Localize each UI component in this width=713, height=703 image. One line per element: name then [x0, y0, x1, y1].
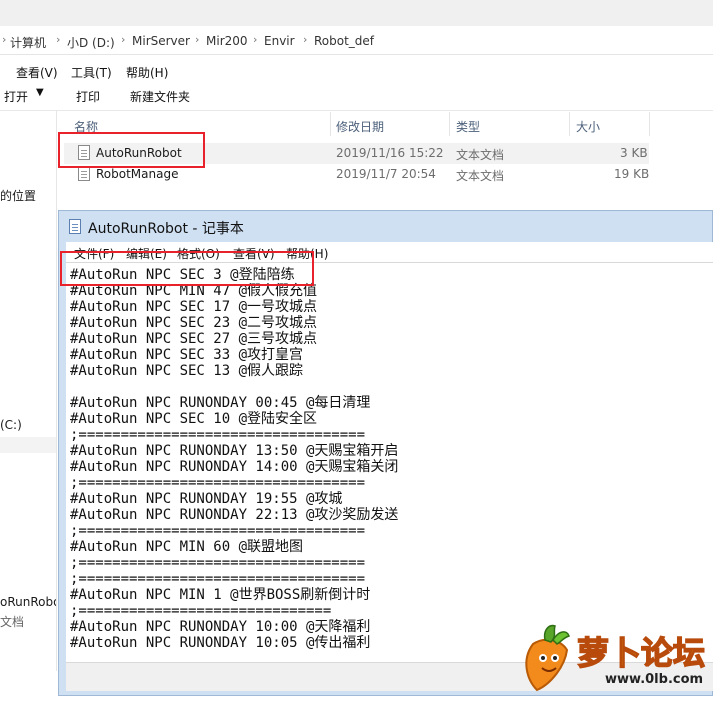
- chevron-right-icon: ›: [121, 33, 126, 46]
- column-divider[interactable]: [449, 112, 450, 136]
- details-file-name: oRunRobot: [0, 595, 56, 609]
- file-size: 19 KB: [614, 167, 650, 181]
- open-button[interactable]: 打开: [4, 88, 28, 105]
- text-line: ;==================================: [70, 475, 366, 491]
- breadcrumb-envir[interactable]: Envir: [264, 34, 295, 48]
- text-line: #AutoRun NPC SEC 10 @登陆安全区: [70, 411, 318, 427]
- text-line: #AutoRun NPC RUNONDAY 22:13 @攻沙奖励发送: [70, 507, 399, 523]
- file-type: 文本文档: [456, 169, 505, 183]
- text-line: #AutoRun NPC SEC 33 @攻打皇宫: [70, 347, 304, 363]
- text-line: #AutoRun NPC RUNONDAY 19:55 @攻城: [70, 491, 343, 507]
- text-line: ;==================================: [70, 523, 366, 539]
- column-divider[interactable]: [330, 112, 331, 136]
- text-line: ;==============================: [70, 603, 332, 619]
- file-date: 2019/11/7 20:54: [336, 167, 436, 181]
- title-bar: [0, 0, 713, 26]
- text-line: #AutoRun NPC MIN 1 @世界BOSS刷新倒计时: [70, 587, 371, 603]
- watermark-url: www.0lb.com: [605, 672, 704, 687]
- print-button[interactable]: 打印: [76, 88, 100, 105]
- file-name: RobotManage: [96, 167, 179, 181]
- nav-item-location[interactable]: 的位置: [0, 187, 36, 204]
- notepad-icon: [69, 219, 81, 234]
- text-line: ;==================================: [70, 555, 366, 571]
- breadcrumb-computer[interactable]: 计算机: [10, 34, 46, 51]
- column-type[interactable]: 类型: [456, 118, 480, 135]
- breadcrumb-robot-def[interactable]: Robot_def: [314, 34, 374, 48]
- notepad-title-bar[interactable]: AutoRunRobot - 记事本: [66, 216, 566, 238]
- text-file-icon: [78, 166, 90, 181]
- file-type: 文本文档: [456, 148, 505, 162]
- breadcrumb-drive[interactable]: 小D (D:): [67, 34, 115, 51]
- column-divider[interactable]: [569, 112, 570, 136]
- chevron-right-icon: ›: [303, 33, 308, 46]
- text-line: #AutoRun NPC RUNONDAY 10:00 @天降福利: [70, 619, 371, 635]
- details-file-type: 文档: [0, 615, 25, 629]
- chevron-right-icon: ›: [195, 33, 200, 46]
- text-line: #AutoRun NPC RUNONDAY 00:45 @每日清理: [70, 395, 371, 411]
- column-size[interactable]: 大小: [576, 118, 600, 135]
- column-date[interactable]: 修改日期: [336, 118, 384, 135]
- navigation-pane: 的位置 (C:) oRunRobot 文档: [0, 111, 57, 671]
- text-line: #AutoRun NPC SEC 27 @三号攻城点: [70, 331, 318, 347]
- nav-item-drive-c[interactable]: (C:): [0, 418, 22, 432]
- chevron-right-icon: ›: [253, 33, 258, 46]
- chevron-right-icon: ›: [56, 33, 61, 46]
- watermark-text: 萝卜论坛: [576, 633, 706, 673]
- menu-help[interactable]: 帮助(H): [126, 64, 168, 81]
- file-date: 2019/11/16 15:22: [336, 146, 444, 160]
- text-line: #AutoRun NPC RUNONDAY 14:00 @天赐宝箱关闭: [70, 459, 399, 475]
- notepad-text-area[interactable]: #AutoRun NPC SEC 3 @登陆陪练 #AutoRun NPC MIN…: [66, 262, 713, 663]
- menu-view[interactable]: 查看(V): [16, 64, 58, 81]
- text-line: ;==================================: [70, 427, 366, 443]
- column-divider[interactable]: [649, 112, 650, 136]
- text-line: #AutoRun NPC MIN 60 @联盟地图: [70, 539, 304, 555]
- breadcrumb-mir200[interactable]: Mir200: [206, 34, 248, 48]
- menu-bar: 查看(V) 工具(T) 帮助(H): [0, 60, 713, 82]
- new-folder-button[interactable]: 新建文件夹: [130, 88, 190, 105]
- text-line: #AutoRun NPC RUNONDAY 13:50 @天赐宝箱开启: [70, 443, 399, 459]
- watermark-logo: 萝卜论坛 www.0lb.com: [515, 622, 711, 694]
- address-bar[interactable]: › 计算机 › 小D (D:) › MirServer › Mir200 › E…: [0, 28, 713, 55]
- text-line: #AutoRun NPC SEC 17 @一号攻城点: [70, 299, 318, 315]
- chevron-down-icon[interactable]: ▼: [36, 87, 44, 98]
- highlight-box-file: [58, 132, 205, 168]
- chevron-right-icon: ›: [2, 33, 7, 46]
- file-size: 3 KB: [620, 146, 648, 160]
- text-line: ;==================================: [70, 571, 366, 587]
- command-bar: 打开 ▼ 打印 新建文件夹: [0, 82, 713, 111]
- breadcrumb-mirserver[interactable]: MirServer: [132, 34, 190, 48]
- text-line: #AutoRun NPC SEC 13 @假人跟踪: [70, 363, 304, 379]
- text-line: #AutoRun NPC SEC 23 @二号攻城点: [70, 315, 318, 331]
- highlight-box-line: [60, 251, 314, 286]
- menu-tools[interactable]: 工具(T): [71, 64, 112, 81]
- notepad-title: AutoRunRobot - 记事本: [88, 221, 244, 237]
- text-line: #AutoRun NPC RUNONDAY 10:05 @传出福利: [70, 635, 371, 651]
- nav-item-selected[interactable]: [0, 437, 56, 453]
